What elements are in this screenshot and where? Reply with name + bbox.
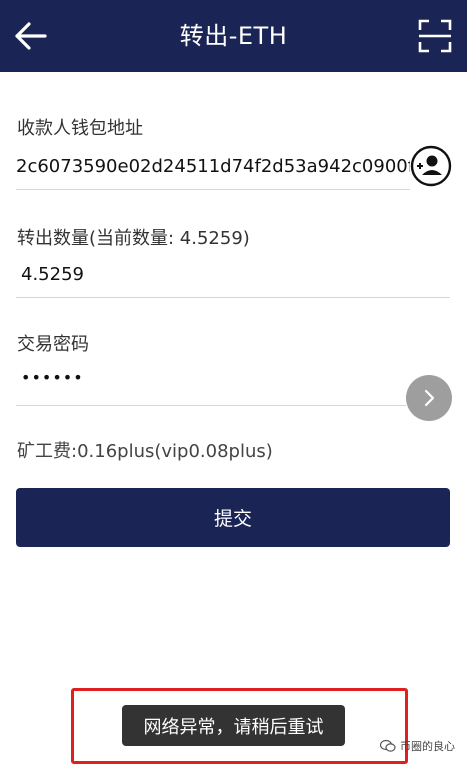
password-input[interactable]: •••••• [16,366,406,406]
add-contact-icon [410,145,452,187]
wechat-icon [380,739,396,752]
address-value: 2c6073590e02d24511d74f2d53a942c0900fe [16,156,410,177]
chevron-right-icon [424,389,435,407]
password-label: 交易密码 [17,334,89,355]
scan-button[interactable] [413,14,457,58]
address-label: 收款人钱包地址 [17,118,143,139]
amount-label: 转出数量(当前数量: 4.5259) [17,228,250,249]
amount-input[interactable]: 4.5259 [16,258,450,298]
next-button[interactable] [406,375,452,421]
amount-value: 4.5259 [21,264,84,285]
error-toast: 网络异常，请稍后重试 [122,705,345,746]
contacts-button[interactable] [410,145,452,187]
submit-button[interactable]: 提交 [16,488,450,547]
watermark-text: 币圈的良心 [400,740,455,753]
password-value: •••••• [21,368,84,387]
scan-qr-icon [418,19,452,53]
watermark: 币圈的良心 [380,738,455,754]
app-header: 转出-ETH [0,0,467,72]
fee-text: 矿工费:0.16plus(vip0.08plus) [17,441,273,462]
address-field[interactable]: 2c6073590e02d24511d74f2d53a942c0900fe [16,150,410,190]
page-title: 转出-ETH [179,22,288,50]
